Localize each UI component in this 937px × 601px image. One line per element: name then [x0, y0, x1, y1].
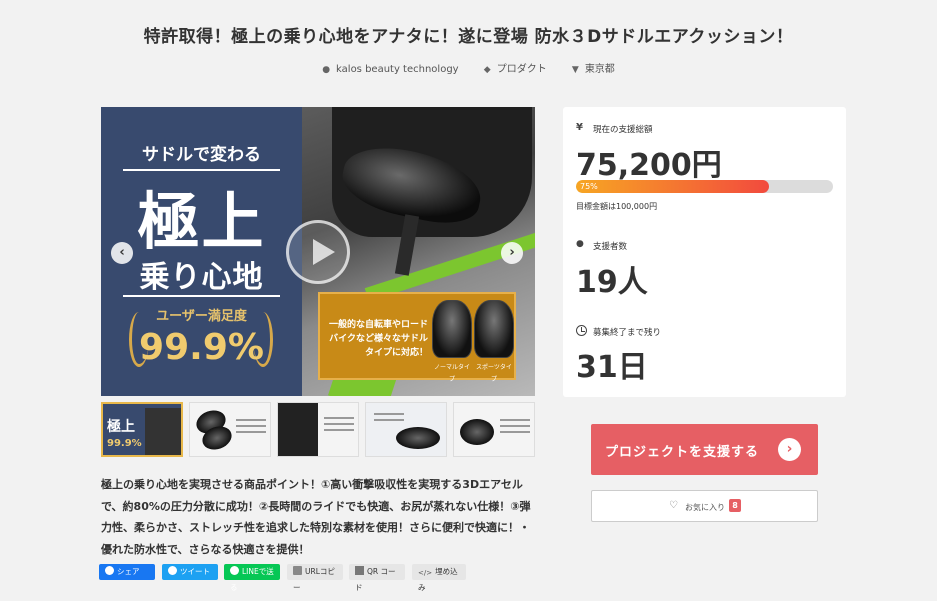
satisfaction-label: ユーザー満足度	[156, 309, 247, 324]
facebook-icon	[105, 566, 114, 575]
thumbnail-pct: 99.9%	[107, 438, 142, 449]
callout-text: 一般的な自転車やロードバイクなど様々なサドルタイプに対応！	[328, 320, 428, 358]
rider-photo	[278, 403, 318, 456]
line-share-button[interactable]: LINEで送る	[224, 564, 280, 592]
thumbnail-title: 極上	[107, 419, 135, 435]
category-name: プロダクト	[496, 64, 547, 75]
text-line	[500, 425, 530, 427]
text-line	[500, 431, 530, 433]
text-line	[374, 419, 404, 421]
type-normal-label: ノーマルタイプ	[432, 362, 472, 383]
text-line	[324, 423, 354, 425]
thumbnail-image	[278, 403, 358, 456]
text-line	[500, 419, 530, 421]
text-line	[236, 431, 266, 433]
category-link[interactable]: ◆ プロダクト	[484, 60, 547, 75]
thumbnail-image	[190, 403, 270, 456]
text-line	[324, 417, 354, 419]
yen-icon: ¥	[576, 122, 583, 133]
share-label: シェア	[117, 567, 140, 576]
saddle-image	[396, 427, 440, 449]
satisfaction-value: 99.9%	[139, 327, 264, 368]
facebook-share-button[interactable]: シェア	[99, 564, 155, 580]
backers-icon: ●	[576, 239, 584, 249]
code-icon: </>	[418, 569, 433, 577]
tag-icon: ◆	[483, 65, 491, 75]
saddle-image	[460, 419, 494, 445]
compatibility-callout: 一般的な自転車やロードバイクなど様々なサドルタイプに対応！ ノーマルタイプ スポ…	[318, 292, 516, 383]
favorite-count: 8	[729, 499, 741, 512]
total-label: 現在の支援総額	[593, 125, 653, 135]
project-title: 特許取得！極上の乗り心地をアナタに！遂に登場 防水３Dサドルエアクッション！	[143, 27, 794, 47]
text-line	[236, 425, 266, 427]
embed-button[interactable]: </> 埋め込み	[412, 564, 466, 592]
favorite-button[interactable]: ♡ お気に入り 8	[591, 490, 818, 522]
backers-value: 19人	[576, 265, 648, 300]
location-name: 東京都	[584, 64, 615, 75]
goal-text: 目標金額は100,000円	[576, 202, 658, 211]
thumbnail-3[interactable]	[277, 402, 359, 457]
heart-icon: ♡	[669, 500, 678, 511]
type-sport-label: スポーツタイプ	[474, 362, 514, 383]
play-icon[interactable]	[286, 220, 350, 284]
remaining-label: 募集終了まで残り	[593, 328, 662, 338]
owner-name: kalos beauty technology	[336, 64, 459, 75]
arrow-right-icon: ›	[778, 438, 801, 461]
main-image-slider[interactable]: サドルで変わる 極上 乗り心地 ユーザー満足度 99.9% 一般的な自転車やロー…	[101, 107, 535, 396]
thumbnail-5[interactable]	[453, 402, 535, 457]
prev-slide-button[interactable]: ‹	[111, 242, 133, 264]
thumbnail-image: 極上 99.9%	[103, 404, 181, 455]
funding-panel: ¥ 現在の支援総額 75,200円 75% 目標金額は100,000円 ● 支援…	[563, 107, 846, 397]
hero-subtitle: サドルで変わる	[142, 145, 261, 165]
backers-label: 支援者数	[593, 242, 628, 252]
project-description: 極上の乗り心地を実現させる商品ポイント！①高い衝撃吸収性を実現する3Dエアセルで…	[101, 478, 531, 556]
owner-link[interactable]: ● kalos beauty technology	[322, 64, 458, 75]
saddle-normal-image	[432, 300, 472, 358]
thumbnail-image	[366, 403, 446, 456]
thumbnail-photo	[145, 408, 181, 455]
qr-icon	[355, 566, 364, 575]
twitter-share-button[interactable]: ツイート	[162, 564, 218, 580]
saddle-sport-image	[474, 300, 514, 358]
qr-code-button[interactable]: QR コード	[349, 564, 405, 592]
remaining-value: 31日	[576, 350, 648, 385]
line-icon	[230, 566, 239, 575]
copy-icon	[293, 566, 302, 575]
support-project-button[interactable]: プロジェクトを支援する ›	[591, 424, 818, 475]
url-copy-button[interactable]: URLコピー	[287, 564, 343, 592]
progress-bar: 75%	[576, 180, 833, 193]
location-link[interactable]: ▼ 東京都	[572, 60, 615, 75]
thumbnail-4[interactable]	[365, 402, 447, 457]
text-line	[324, 429, 354, 431]
project-meta: ● kalos beauty technology ◆ プロダクト ▼ 東京都	[0, 60, 937, 75]
share-label: ツイート	[180, 567, 210, 576]
twitter-icon	[168, 566, 177, 575]
support-label: プロジェクトを支援する	[605, 445, 760, 460]
favorite-label: お気に入り	[685, 503, 725, 512]
next-slide-button[interactable]: ›	[501, 242, 523, 264]
text-line	[374, 413, 404, 415]
clock-icon	[576, 325, 587, 336]
user-icon: ●	[322, 65, 331, 75]
bike-frame	[364, 226, 535, 302]
thumbnail-1[interactable]: 極上 99.9%	[101, 402, 183, 457]
thumbnail-2[interactable]	[189, 402, 271, 457]
thumbnail-strip: 極上 99.9%	[101, 402, 535, 457]
progress-fill	[576, 180, 769, 193]
text-line	[236, 419, 266, 421]
total-value: 75,200円	[576, 148, 722, 183]
progress-text: 75%	[580, 182, 598, 191]
thumbnail-image	[454, 403, 534, 456]
location-icon: ▼	[571, 65, 579, 75]
divider	[123, 295, 280, 297]
